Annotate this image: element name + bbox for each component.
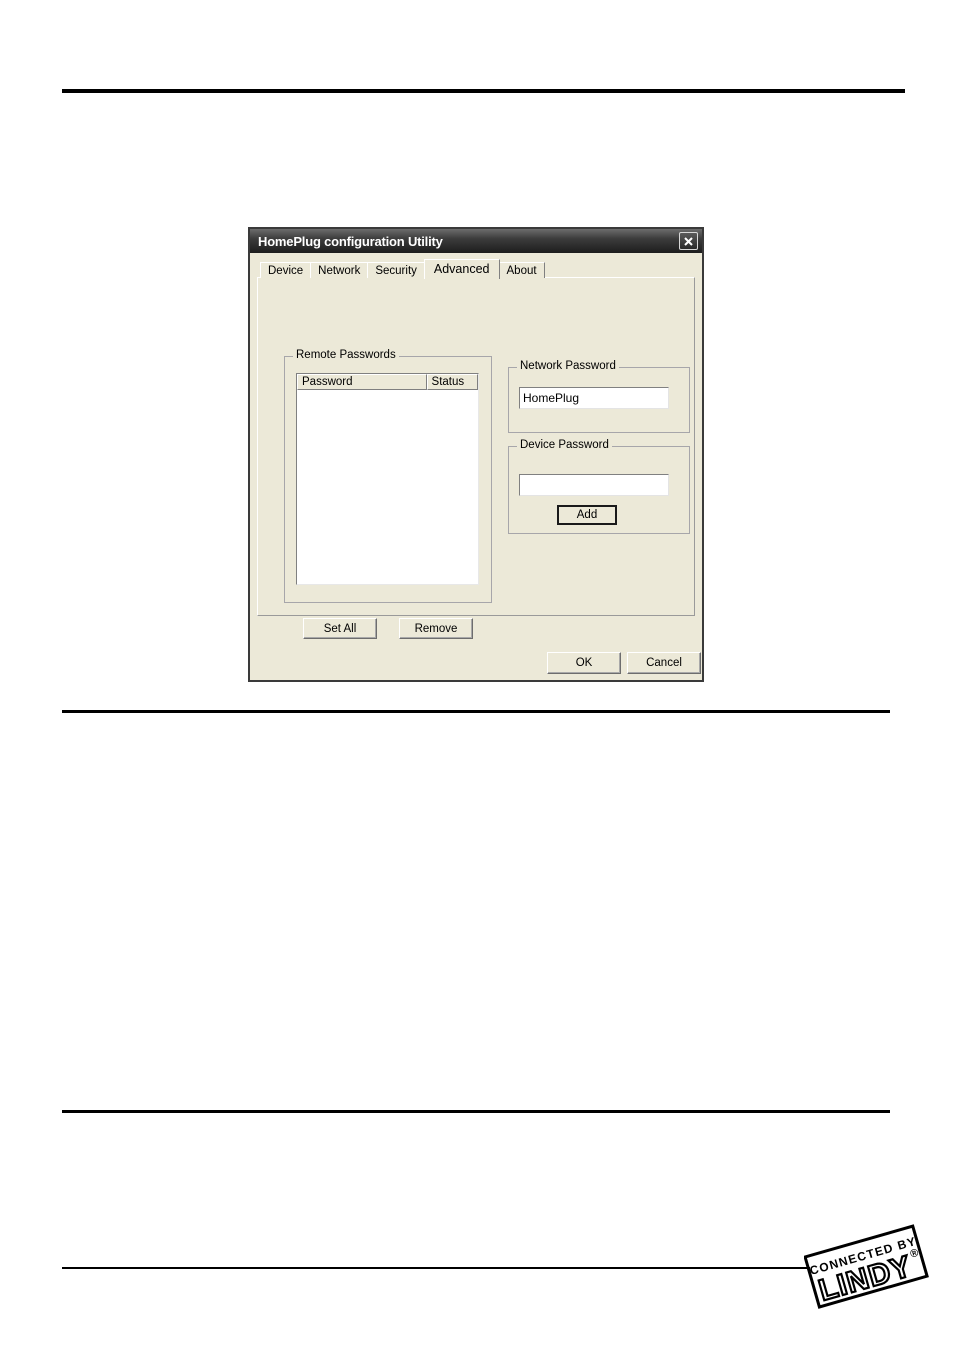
remote-passwords-label: Remote Passwords (293, 349, 399, 361)
dialog-title: HomePlug configuration Utility (258, 233, 443, 249)
close-icon[interactable] (679, 232, 698, 250)
tab-device[interactable]: Device (260, 262, 312, 278)
page-rule-lower (62, 1110, 890, 1113)
column-header-status[interactable]: Status (426, 374, 478, 390)
list-header-row: Password Status (297, 374, 478, 390)
device-password-label: Device Password (517, 439, 612, 451)
ok-button[interactable]: OK (547, 652, 621, 674)
tab-about[interactable]: About (498, 262, 545, 278)
network-password-label: Network Password (517, 360, 619, 372)
add-button[interactable]: Add (557, 505, 617, 525)
remove-button[interactable]: Remove (399, 618, 473, 639)
network-password-group: Network Password (508, 360, 690, 433)
network-password-input[interactable] (519, 387, 669, 409)
remote-passwords-list[interactable]: Password Status (296, 373, 479, 585)
device-password-input[interactable] (519, 474, 669, 496)
tab-network[interactable]: Network (310, 262, 369, 278)
tab-advanced[interactable]: Advanced (423, 259, 500, 279)
page-rule-middle (62, 710, 890, 713)
list-body-empty[interactable] (297, 390, 478, 584)
homeplug-configuration-dialog: HomePlug configuration Utility Device Ne… (248, 227, 704, 682)
page-rule-top (62, 89, 905, 93)
cancel-button[interactable]: Cancel (627, 652, 701, 674)
tab-security[interactable]: Security (367, 262, 425, 278)
tab-strip: Device Network Security Advanced About (257, 259, 695, 279)
column-header-password[interactable]: Password (297, 374, 427, 390)
lindy-logo: CONNECTED BY LINDY ® (803, 1214, 932, 1318)
dialog-titlebar: HomePlug configuration Utility (250, 229, 702, 253)
page-rule-bottom (62, 1267, 810, 1269)
device-password-group: Device Password Add (508, 439, 690, 534)
tab-panel-advanced: Remote Passwords Password Status Network… (257, 277, 695, 639)
remote-passwords-group: Remote Passwords Password Status (284, 349, 492, 603)
set-all-button[interactable]: Set All (303, 618, 377, 639)
dialog-client-area: Device Network Security Advanced About R… (250, 253, 702, 680)
